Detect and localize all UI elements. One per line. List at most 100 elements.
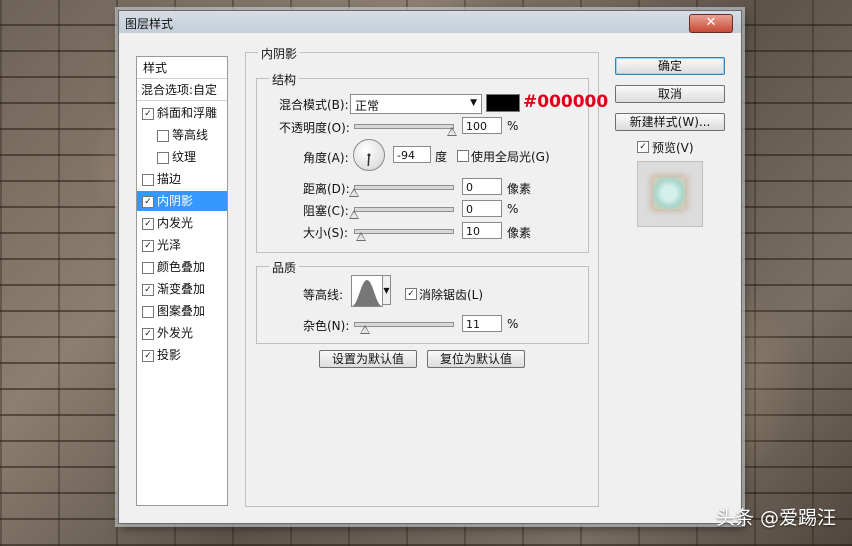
style-item[interactable]: 等高线 bbox=[137, 125, 227, 145]
style-item-checkbox[interactable]: ✓ bbox=[142, 218, 154, 230]
style-item-checkbox[interactable] bbox=[142, 262, 154, 274]
distance-unit: 像素 bbox=[507, 182, 532, 196]
style-list-header[interactable]: 样式 bbox=[137, 58, 227, 79]
close-icon: ✕ bbox=[705, 15, 717, 30]
choke-unit: % bbox=[507, 202, 519, 216]
style-item[interactable]: ✓ 外发光 bbox=[137, 323, 227, 343]
style-item[interactable]: 描边 bbox=[137, 169, 227, 189]
contour-picker[interactable] bbox=[351, 275, 383, 307]
style-item-label: 投影 bbox=[157, 348, 182, 362]
style-item[interactable]: ✓ 内阴影 bbox=[137, 191, 227, 211]
choke-slider-thumb[interactable] bbox=[349, 210, 359, 219]
style-item-checkbox[interactable] bbox=[157, 130, 169, 142]
size-label: 大小(S): bbox=[303, 226, 349, 240]
layer-style-dialog: 图层样式 ✕ 样式 混合选项:自定 ✓ 斜面和浮雕 等高线 纹理 描边 ✓ 内阴影 ✓ 内发光 ✓… bbox=[118, 10, 742, 524]
antialias-checkbox[interactable]: ✓ bbox=[405, 288, 417, 300]
distance-label: 距离(D): bbox=[303, 182, 350, 196]
style-item-checkbox[interactable]: ✓ bbox=[142, 240, 154, 252]
contour-dropdown[interactable]: ▼ bbox=[382, 275, 391, 305]
style-item-checkbox[interactable]: ✓ bbox=[142, 284, 154, 296]
size-unit: 像素 bbox=[507, 226, 532, 240]
style-item[interactable]: 图案叠加 bbox=[137, 301, 227, 321]
choke-input[interactable]: 0 bbox=[462, 200, 502, 217]
title-bar[interactable]: 图层样式 ✕ bbox=[119, 11, 741, 33]
style-item-label: 描边 bbox=[157, 172, 182, 186]
style-item-checkbox[interactable]: ✓ bbox=[142, 108, 154, 120]
noise-slider-thumb[interactable] bbox=[359, 325, 370, 334]
style-item-checkbox[interactable]: ✓ bbox=[142, 196, 154, 208]
style-item[interactable]: ✓ 投影 bbox=[137, 345, 227, 365]
style-item-label: 纹理 bbox=[172, 150, 197, 164]
style-item-checkbox[interactable]: ✓ bbox=[142, 350, 154, 362]
structure-group: 结构 混合模式(B): 正常 ▼ #000000 不透明度(O): 100 % … bbox=[256, 71, 608, 253]
chevron-down-icon: ▼ bbox=[470, 98, 477, 108]
style-item[interactable]: ✓ 内发光 bbox=[137, 213, 227, 233]
distance-slider-track[interactable] bbox=[354, 185, 454, 190]
style-item-label: 内阴影 bbox=[157, 194, 194, 208]
style-item-checkbox[interactable]: ✓ bbox=[142, 328, 154, 340]
noise-input[interactable]: 11 bbox=[462, 315, 502, 332]
chevron-down-icon: ▼ bbox=[383, 286, 390, 295]
angle-input[interactable]: -94 bbox=[393, 146, 431, 163]
panel-title: 内阴影 bbox=[258, 45, 301, 62]
style-item-label: 光泽 bbox=[157, 238, 182, 252]
style-preview-thumbnail bbox=[637, 161, 703, 227]
size-slider-thumb[interactable] bbox=[355, 232, 366, 241]
choke-label: 阻塞(C): bbox=[303, 204, 349, 218]
distance-input[interactable]: 0 bbox=[462, 178, 502, 195]
style-item[interactable]: 颜色叠加 bbox=[137, 257, 227, 277]
angle-needle bbox=[367, 153, 371, 167]
global-light-label: 使用全局光(G) bbox=[471, 150, 550, 164]
angle-label: 角度(A): bbox=[303, 151, 349, 165]
quality-title: 品质 bbox=[269, 259, 300, 276]
style-item-checkbox[interactable] bbox=[142, 174, 154, 186]
make-default-button[interactable]: 设置为默认值 bbox=[319, 350, 417, 368]
style-item[interactable]: ✓ 光泽 bbox=[137, 235, 227, 255]
close-button[interactable]: ✕ bbox=[689, 14, 733, 33]
angle-dial[interactable] bbox=[353, 139, 385, 171]
quality-group: 品质 等高线: ▼ ✓ 消除锯齿(L) 杂色(N): 11 % bbox=[256, 259, 589, 344]
distance-slider-thumb[interactable] bbox=[349, 188, 359, 197]
ok-button[interactable]: 确定 bbox=[615, 57, 725, 75]
opacity-slider-track[interactable] bbox=[354, 124, 454, 129]
blend-options-item[interactable]: 混合选项:自定 bbox=[137, 80, 227, 101]
style-item-checkbox[interactable] bbox=[142, 306, 154, 318]
style-item[interactable]: ✓ 渐变叠加 bbox=[137, 279, 227, 299]
new-style-button[interactable]: 新建样式(W)... bbox=[615, 113, 725, 131]
noise-label: 杂色(N): bbox=[303, 319, 350, 333]
style-item-label: 等高线 bbox=[172, 128, 209, 142]
global-light-checkbox[interactable] bbox=[457, 150, 469, 162]
cancel-button[interactable]: 取消 bbox=[615, 85, 725, 103]
size-slider-track[interactable] bbox=[354, 229, 454, 234]
choke-slider-track[interactable] bbox=[354, 207, 454, 212]
style-item-label: 颜色叠加 bbox=[157, 260, 206, 274]
watermark: 头条 @爱踢汪 bbox=[715, 507, 836, 529]
preview-checkbox[interactable]: ✓ bbox=[637, 141, 649, 153]
color-hex-annotation: #000000 bbox=[523, 92, 609, 112]
window-title: 图层样式 bbox=[125, 17, 174, 31]
style-item-label: 外发光 bbox=[157, 326, 194, 340]
style-item-checkbox[interactable] bbox=[157, 152, 169, 164]
style-list: 样式 混合选项:自定 ✓ 斜面和浮雕 等高线 纹理 描边 ✓ 内阴影 ✓ 内发光 ✓ 光泽 颜色叠加 ✓… bbox=[136, 56, 228, 506]
style-item-label: 内发光 bbox=[157, 216, 194, 230]
blend-mode-select[interactable]: 正常 ▼ bbox=[350, 94, 482, 114]
opacity-unit: % bbox=[507, 119, 519, 133]
preview-label: 预览(V) bbox=[652, 141, 694, 155]
opacity-slider-thumb[interactable] bbox=[447, 127, 457, 136]
style-item[interactable]: ✓ 斜面和浮雕 bbox=[137, 103, 227, 123]
angle-unit: 度 bbox=[435, 150, 448, 164]
preview-swatch bbox=[653, 177, 685, 209]
structure-title: 结构 bbox=[269, 71, 300, 88]
reset-default-button[interactable]: 复位为默认值 bbox=[427, 350, 525, 368]
size-input[interactable]: 10 bbox=[462, 222, 502, 239]
contour-curve-icon bbox=[352, 280, 382, 306]
shadow-color-swatch[interactable] bbox=[486, 94, 520, 112]
antialias-label: 消除锯齿(L) bbox=[419, 288, 484, 302]
style-item-label: 渐变叠加 bbox=[157, 282, 206, 296]
opacity-input[interactable]: 100 bbox=[462, 117, 502, 134]
style-item[interactable]: 纹理 bbox=[137, 147, 227, 167]
inner-shadow-panel: 内阴影 结构 混合模式(B): 正常 ▼ #000000 不透明度(O): 10… bbox=[245, 45, 608, 507]
opacity-label: 不透明度(O): bbox=[279, 121, 350, 135]
blend-mode-label: 混合模式(B): bbox=[279, 98, 349, 112]
style-item-label: 斜面和浮雕 bbox=[157, 106, 218, 120]
